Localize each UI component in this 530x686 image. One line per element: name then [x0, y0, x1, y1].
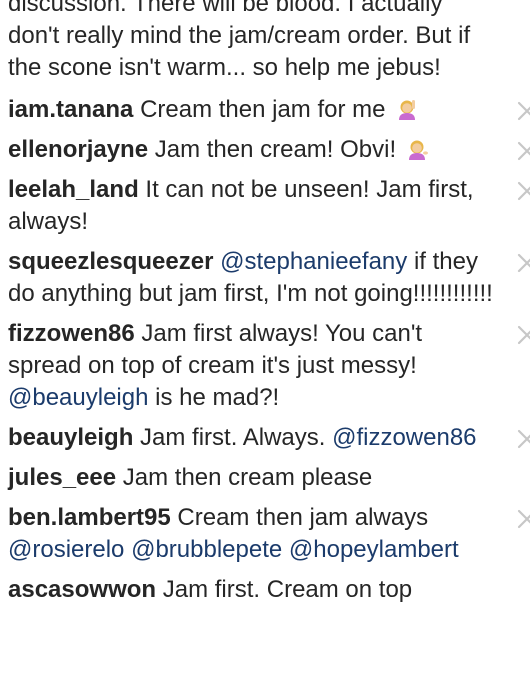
comment-username[interactable]: beauyleigh [8, 424, 133, 451]
delete-comment-close-icon[interactable] [516, 428, 530, 450]
comment-username[interactable]: ben.lambert95 [8, 504, 171, 531]
comment-item: jules_eee Jam then cream please [8, 462, 498, 494]
comment-mention-link[interactable]: @stephanieefany [220, 248, 407, 275]
delete-comment-close-icon[interactable] [516, 324, 530, 346]
comment-text: Jam first. Always. [140, 424, 326, 451]
comment-mention-link[interactable]: @hopeylambert [289, 536, 459, 563]
comment-text-continued: is he mad?! [155, 384, 280, 411]
delete-comment-close-icon[interactable] [516, 252, 530, 274]
comment-item: iam.tanana Cream then jam for me [8, 94, 530, 126]
comment-item: squeezlesqueezer @stephanieefany if they… [8, 246, 530, 310]
delete-comment-close-icon[interactable] [516, 180, 530, 202]
comment-mention-link[interactable]: @brubblepete [131, 536, 282, 563]
tipping-hand-emoji-icon [407, 137, 429, 160]
comment-username[interactable]: fizzowen86 [8, 320, 135, 347]
comment-item: leelah_land It can not be unseen! Jam fi… [8, 174, 530, 238]
comment-text: Jam then cream please [122, 464, 373, 491]
comment-item: beauyleigh Jam first. Always. @fizzowen8… [8, 422, 530, 454]
comment-username[interactable]: ellenorjayne [8, 136, 148, 163]
delete-comment-close-icon[interactable] [516, 140, 530, 162]
comments-feed: discussion. There will be blood. I actua… [8, 0, 530, 614]
raising-hand-emoji-icon [396, 97, 418, 120]
comment-item: ellenorjayne Jam then cream! Obvi! [8, 134, 530, 166]
comment-mention-link[interactable]: @rosierelo [8, 536, 124, 563]
comment-mention-link[interactable]: @fizzowen86 [332, 424, 476, 451]
comment-text: Cream then jam always [177, 504, 429, 531]
comment-mention-link[interactable]: @beauyleigh [8, 384, 148, 411]
comment-text: Jam then cream! Obvi! [154, 136, 397, 163]
delete-comment-close-icon[interactable] [516, 100, 530, 122]
comment-username[interactable]: jules_eee [8, 464, 116, 491]
comment-username[interactable]: leelah_land [8, 176, 139, 203]
comment-item: ben.lambert95 Cream then jam always @ros… [8, 502, 530, 566]
comment-text: Jam first. Cream on top [162, 576, 413, 603]
comment-username[interactable]: squeezlesqueezer [8, 248, 213, 275]
caption-text: discussion. There will be blood. I actua… [8, 0, 471, 81]
delete-comment-close-icon[interactable] [516, 508, 530, 530]
comment-username[interactable]: ascasowwon [8, 576, 156, 603]
comment-item: fizzowen86 Jam first always! You can't s… [8, 318, 530, 414]
comment-item: ascasowwon Jam first. Cream on top [8, 574, 498, 606]
comment-text: Cream then jam for me [140, 96, 386, 123]
comment-username[interactable]: iam.tanana [8, 96, 133, 123]
